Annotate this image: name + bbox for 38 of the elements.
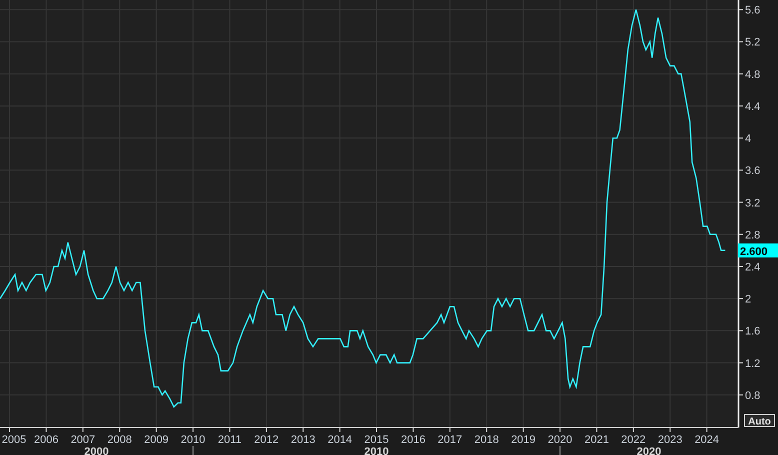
x-axis-label: 2021 <box>584 434 609 446</box>
y-axis-label: 1.6 <box>745 326 760 338</box>
x-axis-label: 2011 <box>218 434 242 446</box>
x-axis-label: 2009 <box>144 434 169 446</box>
auto-scale-button[interactable]: Auto <box>744 414 775 428</box>
x-axis-label: 2020 <box>548 434 572 446</box>
x-axis-group-label: 2010 <box>364 446 389 455</box>
y-axis-label: 5.6 <box>745 4 760 17</box>
y-axis-label: 2.4 <box>745 261 760 274</box>
x-axis-label: 2023 <box>658 434 682 446</box>
x-axis-label: 2015 <box>364 434 389 446</box>
x-axis-label: 2014 <box>328 434 352 446</box>
x-axis-label: 2016 <box>400 434 426 446</box>
y-axis-label: 4.8 <box>745 68 760 81</box>
x-axis-label: 2012 <box>254 434 279 446</box>
x-axis-label: 2008 <box>107 434 132 446</box>
x-axis-group-label: 2020 <box>636 446 662 455</box>
x-axis-label: 2007 <box>70 434 96 446</box>
y-axis-label: 4 <box>745 133 752 146</box>
y-axis-label: 2 <box>745 294 752 306</box>
y-axis-label: 3.6 <box>745 165 760 178</box>
x-axis-label: 2013 <box>290 434 316 446</box>
x-axis-label: 2018 <box>474 434 499 446</box>
y-axis-label: 0.8 <box>745 390 760 402</box>
x-axis-label: 2019 <box>511 434 536 446</box>
y-axis-label: 2.8 <box>745 229 760 242</box>
x-axis-label: 2006 <box>34 434 58 446</box>
y-axis-label: 3.2 <box>745 197 760 210</box>
x-axis-label: 2022 <box>621 434 646 446</box>
y-axis-label: 1.2 <box>745 358 760 370</box>
x-axis-label: 2017 <box>438 434 462 446</box>
x-axis-label: 2005 <box>2 434 26 446</box>
last-value-label: 2.600 <box>738 243 778 258</box>
x-axis-label: 2010 <box>180 434 206 446</box>
x-axis-group-label: 2000 <box>84 446 109 455</box>
x-axis-label: 2024 <box>694 434 720 446</box>
y-axis-label: 4.4 <box>745 100 760 113</box>
y-axis-label: 5.2 <box>745 36 760 49</box>
